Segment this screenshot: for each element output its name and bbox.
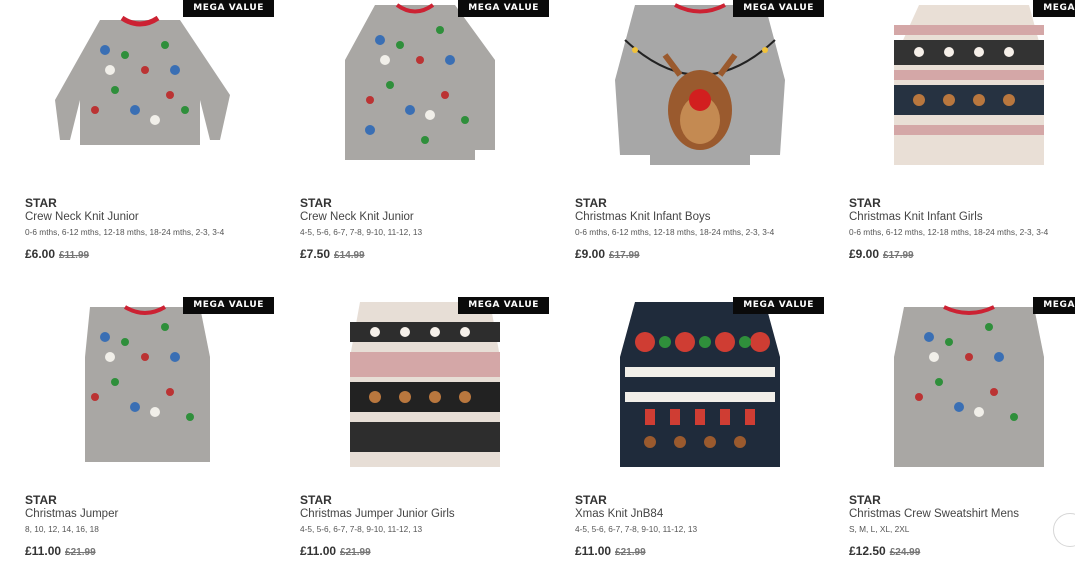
product-was-price: £17.99 [609, 250, 640, 261]
product-was-price: £17.99 [883, 250, 914, 261]
product-image[interactable]: MEGA VALUE [25, 297, 275, 482]
product-brand: STAR [25, 493, 57, 507]
product-price: £11.00 [575, 544, 612, 558]
product-price: £11.00 [300, 544, 337, 558]
product-card[interactable]: MEGA VALUE STAR Christmas Knit Infant Bo… [575, 0, 825, 290]
product-card[interactable]: MEGA VALUE STAR Christmas Knit Infant Gi… [849, 0, 1075, 290]
product-title[interactable]: Christmas Crew Sweatshirt Mens [849, 508, 1019, 520]
product-brand: STAR [849, 196, 881, 210]
jumper-illustration [894, 5, 1044, 165]
product-card[interactable]: MEGA VALUE STAR Xmas Knit JnB84 4-5, 5-6… [575, 297, 825, 587]
product-sizes: 0-6 mths, 6-12 mths, 12-18 mths, 18-24 m… [575, 227, 775, 237]
product-sizes: 4-5, 5-6, 6-7, 7-8, 9-10, 11-12, 13 [300, 227, 423, 237]
mega-value-badge: MEGA VALUE [458, 297, 549, 314]
product-image[interactable]: MEGA VALUE [300, 297, 550, 482]
product-brand: STAR [575, 196, 607, 210]
product-brand: STAR [300, 196, 332, 210]
product-title[interactable]: Christmas Jumper Junior Girls [300, 508, 455, 520]
product-price: £12.50 [849, 544, 886, 558]
mega-value-badge: MEGA VALUE [458, 0, 549, 17]
product-was-price: £21.99 [615, 547, 646, 558]
product-title[interactable]: Crew Neck Knit Junior [25, 211, 139, 223]
product-price: £9.00 [849, 247, 880, 261]
product-price-row: £7.50 £14.99 [300, 247, 365, 261]
product-image[interactable]: MEGA VALUE [849, 0, 1075, 185]
jumper-illustration [55, 15, 230, 145]
product-was-price: £21.99 [340, 547, 371, 558]
mega-value-badge: MEGA VALUE [733, 297, 824, 314]
product-brand: STAR [575, 493, 607, 507]
product-brand: STAR [25, 196, 57, 210]
product-title[interactable]: Christmas Jumper [25, 508, 118, 520]
product-price-row: £6.00 £11.99 [25, 247, 89, 261]
product-sizes: 4-5, 5-6, 6-7, 7-8, 9-10, 11-12, 13 [575, 524, 698, 534]
product-grid: MEGA VALUE STAR Crew Neck Knit Junior 0-… [0, 0, 1075, 566]
jumper-illustration [620, 302, 780, 467]
product-brand: STAR [849, 493, 881, 507]
product-price: £6.00 [25, 247, 56, 261]
product-price-row: £11.00 £21.99 [575, 544, 646, 558]
product-card[interactable]: MEGA VALUE STAR Christmas Jumper 8, 10, … [25, 297, 275, 587]
product-was-price: £14.99 [334, 250, 365, 261]
product-title[interactable]: Xmas Knit JnB84 [575, 508, 663, 520]
jumper-illustration [894, 305, 1044, 467]
jumper-illustration [85, 305, 210, 462]
product-price: £9.00 [575, 247, 606, 261]
mega-value-badge: MEGA VALUE [183, 297, 274, 314]
product-image[interactable]: MEGA VALUE [25, 0, 275, 185]
product-price: £11.00 [25, 544, 62, 558]
product-card[interactable]: MEGA VALUE STAR Christmas Jumper Junior … [300, 297, 550, 587]
mega-value-badge: MEGA VALUE [733, 0, 824, 17]
product-price-row: £9.00 £17.99 [849, 247, 914, 261]
mega-value-badge: MEGA VALUE [183, 0, 274, 17]
product-image[interactable]: MEGA VALUE [300, 0, 550, 185]
product-sizes: 0-6 mths, 6-12 mths, 12-18 mths, 18-24 m… [25, 227, 225, 237]
product-was-price: £21.99 [65, 547, 96, 558]
product-title[interactable]: Christmas Knit Infant Girls [849, 211, 983, 223]
product-price-row: £11.00 £21.99 [300, 544, 371, 558]
product-card[interactable]: MEGA VALUE STAR Crew Neck Knit Junior 4-… [300, 0, 550, 290]
product-price-row: £9.00 £17.99 [575, 247, 640, 261]
product-image[interactable]: MEGA VALUE [575, 297, 825, 482]
product-card[interactable]: MEGA VALUE STAR Christmas Crew Sweatshir… [849, 297, 1075, 587]
product-brand: STAR [300, 493, 332, 507]
product-sizes: 8, 10, 12, 14, 16, 18 [25, 524, 99, 534]
product-was-price: £11.99 [59, 250, 90, 261]
product-price-row: £12.50 £24.99 [849, 544, 920, 558]
product-sizes: S, M, L, XL, 2XL [849, 524, 910, 534]
product-title[interactable]: Christmas Knit Infant Boys [575, 211, 711, 223]
product-title[interactable]: Crew Neck Knit Junior [300, 211, 414, 223]
product-sizes: 0-6 mths, 6-12 mths, 12-18 mths, 18-24 m… [849, 227, 1049, 237]
product-sizes: 4-5, 5-6, 6-7, 7-8, 9-10, 11-12, 13 [300, 524, 423, 534]
product-price-row: £11.00 £21.99 [25, 544, 96, 558]
product-image[interactable]: MEGA VALUE [849, 297, 1075, 482]
product-was-price: £24.99 [889, 547, 921, 558]
product-card[interactable]: MEGA VALUE STAR Crew Neck Knit Junior 0-… [25, 0, 275, 290]
jumper-illustration [350, 302, 500, 467]
product-image[interactable]: MEGA VALUE [575, 0, 825, 185]
mega-value-badge: MEGA VALUE [1033, 0, 1075, 17]
jumper-illustration [345, 3, 495, 160]
mega-value-badge: MEGA VALUE [1033, 297, 1075, 314]
product-price: £7.50 [300, 247, 331, 261]
jumper-illustration [615, 3, 785, 165]
